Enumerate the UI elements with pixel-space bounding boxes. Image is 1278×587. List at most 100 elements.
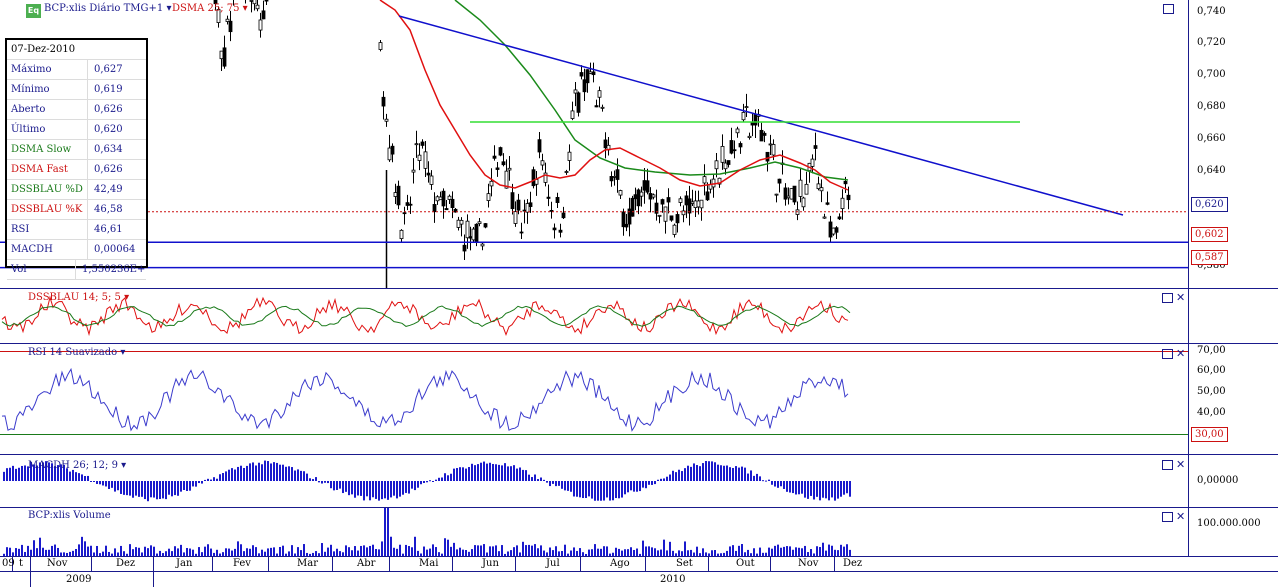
candle-down xyxy=(792,185,797,203)
candle-down xyxy=(777,178,782,184)
macdh-bar xyxy=(171,481,173,497)
volume-bar xyxy=(18,548,20,556)
rsi-title[interactable]: RSI 14 Suavizado ▾ xyxy=(28,347,125,358)
macdh-bar xyxy=(153,481,155,498)
volume-bar xyxy=(120,545,122,556)
volume-bar xyxy=(48,549,50,556)
candle-up xyxy=(597,90,602,98)
candle-down xyxy=(501,161,506,166)
volume-bar xyxy=(837,550,839,556)
macdh-bar xyxy=(672,470,674,481)
macdh-bar xyxy=(390,481,392,498)
dssblau-title[interactable]: DSSBLAU 14; 5; 5 ▾ xyxy=(28,292,129,303)
volume-bar xyxy=(801,548,803,556)
volume-bar xyxy=(561,550,563,556)
macdh-bar xyxy=(207,478,209,481)
candle-up xyxy=(693,200,698,208)
macdh-close-icon[interactable]: ✕ xyxy=(1176,459,1185,470)
macdh-bar xyxy=(282,464,284,481)
volume-bar xyxy=(492,546,494,556)
candle-up xyxy=(459,219,464,225)
macdh-bar xyxy=(183,481,185,490)
candle-up xyxy=(384,118,389,122)
candle-up xyxy=(789,188,794,200)
volume-close-icon[interactable]: ✕ xyxy=(1176,511,1185,522)
dssblau-close-icon[interactable]: ✕ xyxy=(1176,292,1185,303)
macdh-bar xyxy=(267,461,269,481)
rsi-close-icon[interactable]: ✕ xyxy=(1176,348,1185,359)
macdh-bar xyxy=(276,462,278,481)
macdh-bar xyxy=(162,481,164,499)
volume-bar xyxy=(147,548,149,556)
indicator-panels xyxy=(0,295,1188,556)
volume-bar xyxy=(60,552,62,556)
candle-down xyxy=(621,211,626,228)
volume-bar xyxy=(72,550,74,556)
macdh-bar xyxy=(135,481,137,496)
symbol-selector[interactable]: BCP:xlis Diário TMG+1 ▾ xyxy=(44,3,171,14)
volume-bar xyxy=(213,552,215,556)
candle-up xyxy=(435,196,440,202)
macdh-bar xyxy=(231,468,233,481)
candle-down xyxy=(609,176,614,182)
volume-bar xyxy=(618,548,620,556)
rsi-tick-label: 50,00 xyxy=(1197,386,1226,397)
info-row-value: 0,634 xyxy=(94,144,123,155)
macdh-bar xyxy=(78,473,80,481)
volume-bar xyxy=(228,548,230,556)
rsi-maximize-icon[interactable] xyxy=(1162,349,1173,359)
volume-bar xyxy=(591,549,593,556)
macdh-bar xyxy=(567,481,569,491)
macdh-bar xyxy=(318,481,320,483)
macdh-bar xyxy=(381,481,383,500)
candle-down xyxy=(624,223,629,228)
volume-bar xyxy=(639,553,641,556)
macdh-title[interactable]: MACDH 26; 12; 9 ▾ xyxy=(28,460,126,471)
macdh-bar xyxy=(450,473,452,481)
volume-bar xyxy=(171,551,173,556)
macdh-bars xyxy=(3,460,851,502)
volume-bar xyxy=(3,553,5,556)
macdh-bar xyxy=(285,466,287,481)
volume-bar xyxy=(183,552,185,556)
month-label: Jun xyxy=(482,558,499,569)
volume-bar xyxy=(366,547,368,556)
macdh-bar xyxy=(549,481,551,487)
macdh-bar xyxy=(102,481,104,486)
volume-bar xyxy=(615,547,617,556)
support-tag-1: 0,602 xyxy=(1191,227,1228,242)
maximize-icon[interactable] xyxy=(1163,4,1174,14)
chart-canvas xyxy=(0,0,1278,587)
volume-bar xyxy=(444,538,446,556)
macdh-bar xyxy=(822,481,824,498)
volume-maximize-icon[interactable] xyxy=(1162,512,1173,522)
macdh-bar xyxy=(150,481,152,498)
volume-bar xyxy=(594,544,596,556)
candle-up xyxy=(465,220,470,239)
macdh-bar xyxy=(330,481,332,489)
dssblau-maximize-icon[interactable] xyxy=(1162,293,1173,303)
volume-bar xyxy=(555,546,557,556)
macdh-bar xyxy=(462,467,464,481)
dsma-selector[interactable]: DSMA 25; 75 ▾ xyxy=(172,3,248,14)
volume-bar xyxy=(438,552,440,556)
macdh-bar xyxy=(156,481,158,500)
macdh-bar xyxy=(96,481,98,484)
macdh-bar xyxy=(780,481,782,487)
volume-bar xyxy=(573,547,575,556)
macdh-maximize-icon[interactable] xyxy=(1162,460,1173,470)
candle-down xyxy=(753,113,758,126)
info-row-label: DSSBLAU %D xyxy=(7,180,88,199)
volume-bar xyxy=(276,553,278,556)
candle-down xyxy=(648,193,653,200)
volume-bar xyxy=(414,536,416,556)
volume-bar xyxy=(711,550,713,556)
volume-bar xyxy=(105,545,107,556)
macdh-bar xyxy=(525,470,527,481)
volume-bar xyxy=(369,545,371,556)
macdh-bar xyxy=(552,481,554,484)
volume-bar xyxy=(696,546,698,556)
macdh-bar xyxy=(570,481,572,492)
candle-down xyxy=(552,227,557,231)
volume-bar xyxy=(624,549,626,556)
